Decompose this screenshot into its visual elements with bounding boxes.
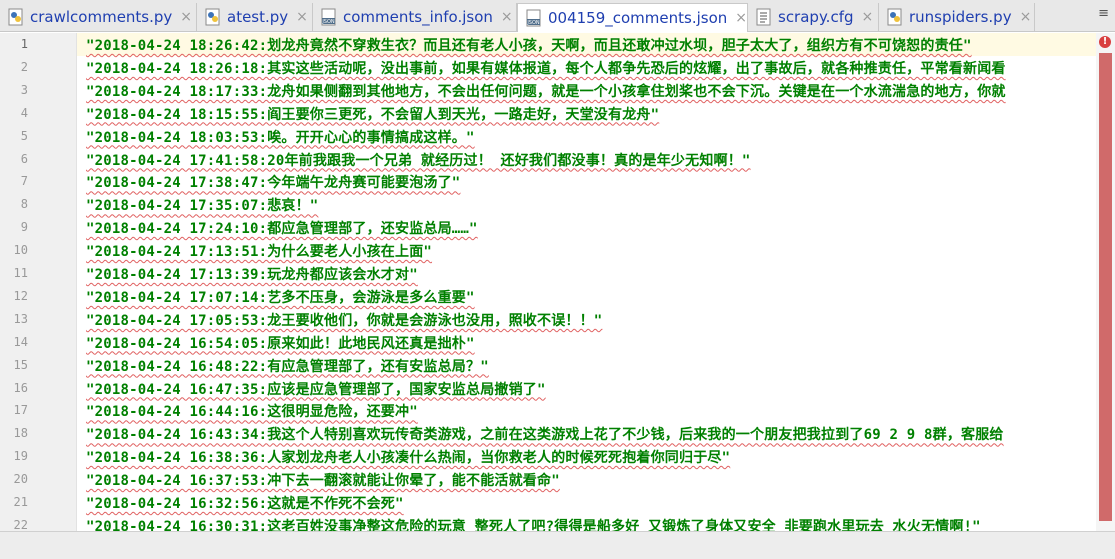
close-icon[interactable]: × <box>296 9 308 25</box>
line-number: 11 <box>13 266 28 280</box>
tab-label: scrapy.cfg <box>778 8 854 26</box>
code-line[interactable]: "2018-04-24 17:05:53:龙王要收他们，你就是会游泳也没用，照收… <box>86 310 602 330</box>
tab-4[interactable]: scrapy.cfg × <box>748 3 879 31</box>
line-number: 17 <box>13 403 28 418</box>
tab-5[interactable]: runspiders.py × <box>879 3 1035 31</box>
line-number: 1 <box>20 37 28 51</box>
line-number: 8 <box>20 197 28 212</box>
error-stripe-marker[interactable] <box>1099 53 1112 521</box>
python-file-icon <box>205 8 221 26</box>
tab-list-menu-icon[interactable]: ≡ <box>1098 6 1109 21</box>
tab-label: crawlcomments.py <box>30 8 173 26</box>
close-icon[interactable]: × <box>501 9 513 25</box>
line-number: 22 <box>13 517 28 531</box>
line-number: 9 <box>20 220 28 235</box>
tab-1[interactable]: atest.py × <box>197 3 313 31</box>
status-bar <box>0 531 1115 559</box>
error-indicator-icon[interactable]: ! <box>1099 36 1111 48</box>
line-number: 7 <box>20 174 28 189</box>
config-file-icon <box>756 8 772 26</box>
tab-label: runspiders.py <box>909 8 1012 26</box>
line-number: 15 <box>13 357 28 372</box>
code-line[interactable]: "2018-04-24 16:44:16:这很明显危险，还要冲" <box>86 401 418 421</box>
code-line[interactable]: "2018-04-24 17:13:51:为什么要老人小孩在上面" <box>86 241 432 261</box>
line-number: 5 <box>20 128 28 143</box>
line-number: 12 <box>13 288 28 303</box>
tab-label: comments_info.json <box>343 8 493 26</box>
tab-0[interactable]: crawlcomments.py × <box>0 3 197 31</box>
json-file-icon: JSON <box>321 8 337 26</box>
line-number: 18 <box>13 426 28 441</box>
close-icon[interactable]: × <box>1020 9 1032 25</box>
line-number-gutter: 1 2 3 4 5 6 7 8 9 10 11 12 13 14 15 16 17 18 19 20 21 22 <box>0 33 77 531</box>
code-line[interactable]: "2018-04-24 17:35:07:悲哀！" <box>86 195 318 215</box>
line-number: 4 <box>20 105 28 120</box>
close-icon[interactable]: × <box>862 9 874 25</box>
tab-2[interactable]: JSON comments_info.json × <box>313 3 517 31</box>
code-line[interactable]: "2018-04-24 18:26:42:划龙舟竟然不穿救生衣？而且还有老人小孩… <box>86 35 972 55</box>
tab-3[interactable]: JSON 004159_comments.json × <box>517 3 748 32</box>
json-file-icon: JSON <box>526 9 542 27</box>
code-line[interactable]: "2018-04-24 16:47:35:应该是应急管理部了，国家安监总局撤销了… <box>86 379 546 399</box>
python-file-icon <box>887 8 903 26</box>
editor-tab-bar: crawlcomments.py × atest.py × JSON comments_i… <box>0 0 1115 32</box>
close-icon[interactable]: × <box>180 9 192 25</box>
close-icon[interactable]: × <box>735 10 747 26</box>
line-number: 2 <box>20 59 28 74</box>
code-line[interactable]: "2018-04-24 16:32:56:这就是不作死不会死" <box>86 493 404 513</box>
line-number: 13 <box>13 311 28 326</box>
line-number: 19 <box>13 449 28 464</box>
line-number: 3 <box>20 82 28 97</box>
code-line[interactable]: "2018-04-24 18:15:55:阎王要你三更死，不会留人到天光，一路走… <box>86 104 659 124</box>
code-line[interactable]: "2018-04-24 16:38:36:人家划龙舟老人小孩凑什么热闹，当你救老… <box>86 447 730 467</box>
tab-label: 004159_comments.json <box>548 9 728 27</box>
line-number: 6 <box>20 151 28 166</box>
code-line[interactable]: "2018-04-24 17:38:47:今年端午龙舟赛可能要泡汤了" <box>86 172 460 192</box>
svg-text:JSON: JSON <box>526 20 540 26</box>
svg-text:JSON: JSON <box>321 19 335 25</box>
code-line[interactable]: "2018-04-24 16:54:05:原来如此！此地民风还真是拙朴" <box>86 333 475 353</box>
code-editor[interactable]: "2018-04-24 18:26:42:划龙舟竟然不穿救生衣？而且还有老人小孩… <box>77 33 1096 531</box>
code-line[interactable]: "2018-04-24 16:48:22:有应急管理部了，还有安监总局？" <box>86 356 489 376</box>
code-line[interactable]: "2018-04-24 18:17:33:龙舟如果侧翻到其他地方，不会出任何问题… <box>86 81 1006 101</box>
code-line[interactable]: "2018-04-24 16:37:53:冲下去一翻滚就能让你晕了，能不能活就看… <box>86 470 560 490</box>
python-file-icon <box>8 8 24 26</box>
line-number: 21 <box>13 495 28 509</box>
line-number: 16 <box>13 380 28 395</box>
line-number: 10 <box>13 243 28 258</box>
line-number: 14 <box>13 334 28 349</box>
code-line[interactable]: "2018-04-24 16:30:31:这老百姓没事净整这危险的玩意 整死人了… <box>86 516 981 531</box>
code-line[interactable]: "2018-04-24 17:24:10:都应急管理部了，还安监总局……" <box>86 218 478 238</box>
code-line[interactable]: "2018-04-24 16:43:34:我这个人特别喜欢玩传奇类游戏，之前在这… <box>86 424 1004 444</box>
code-line[interactable]: "2018-04-24 17:41:58:20年前我跟我一个兄弟 就经历过！ 还… <box>86 150 751 170</box>
code-line[interactable]: "2018-04-24 17:13:39:玩龙舟都应该会水才对" <box>86 264 418 284</box>
code-line[interactable]: "2018-04-24 18:03:53:唉。开开心心的事情搞成这样。" <box>86 127 475 147</box>
code-line[interactable]: "2018-04-24 17:07:14:艺多不压身，会游泳是多么重要" <box>86 287 475 307</box>
line-number: 20 <box>13 472 28 487</box>
code-line[interactable]: "2018-04-24 18:26:18:其实这些活动呢，没出事前，如果有媒体报… <box>86 58 1006 78</box>
tab-label: atest.py <box>227 8 289 26</box>
